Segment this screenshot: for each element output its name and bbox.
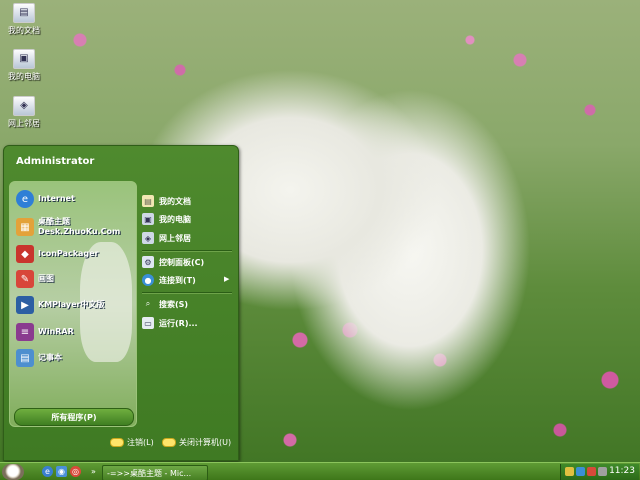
menu-item-kmplayer[interactable]: ▶ KMPlayer中文版	[16, 294, 105, 316]
ie-quick-launch-icon[interactable]: e	[42, 466, 53, 477]
desktop-icon-label: 网上邻居	[8, 119, 40, 128]
search-icon: ⌕	[145, 299, 151, 308]
volume-icon[interactable]	[598, 467, 607, 476]
control-panel-icon: ⚙	[142, 256, 154, 268]
shutdown-button[interactable]: 关闭计算机(U)	[162, 437, 231, 448]
menu-item-theme[interactable]: ▦ 桌酷主题 Desk.ZhuoKu.Com	[16, 216, 120, 238]
run-icon: ▭	[142, 317, 154, 329]
menu-item-label: 我的文档	[159, 196, 191, 206]
network-places-icon: ◈	[142, 232, 154, 244]
media-quick-launch-icon[interactable]: ◉	[56, 466, 67, 477]
network-places-icon: ◈	[13, 96, 35, 116]
system-tray: 11:23	[560, 464, 639, 480]
shutdown-icon	[162, 438, 176, 447]
menu-item-label: 搜索(S)	[159, 299, 189, 309]
menu-item-paint[interactable]: ✎ 画图	[16, 268, 54, 290]
menu-item-label: 我的电脑	[159, 214, 191, 224]
menu-separator	[142, 292, 232, 294]
iconpackager-icon: ◆	[16, 245, 34, 263]
menu-item-label: KMPlayer中文版	[38, 300, 105, 309]
menu-item-label: 记事本	[38, 353, 62, 362]
quick-launch-expand-icon[interactable]: »	[88, 466, 99, 477]
tray-icon-2[interactable]	[576, 467, 585, 476]
menu-item-notepad[interactable]: ▤ 记事本	[16, 347, 62, 369]
internet-explorer-icon: e	[16, 190, 34, 208]
all-programs-label: 所有程序(P)	[51, 412, 97, 422]
menu-item-label: 画图	[38, 274, 54, 283]
taskbar: e ◉ ◎ » -=>>桌酷主题 - Mic... 11:23	[0, 462, 640, 480]
my-computer-icon: ▣	[13, 49, 35, 69]
submenu-arrow-icon: ▶	[224, 275, 230, 283]
menu-item-label-line1: 桌酷主题	[38, 217, 70, 226]
desktop-icon-my-computer[interactable]: ▣ 我的电脑	[0, 49, 48, 82]
menu-item-run[interactable]: ▭ 运行(R)...	[142, 316, 198, 330]
connect-icon: ●	[142, 274, 154, 286]
menu-item-label: IconPackager	[38, 249, 99, 258]
desktop-icon-label: 我的文档	[8, 26, 40, 35]
menu-item-my-computer[interactable]: ▣ 我的电脑	[142, 212, 191, 226]
menu-item-label: 运行(R)...	[159, 318, 198, 328]
logoff-icon	[110, 438, 124, 447]
paint-icon: ✎	[16, 270, 34, 288]
start-button[interactable]	[2, 464, 24, 480]
menu-item-winrar[interactable]: ≡ WinRAR	[16, 321, 74, 343]
desktop-icon-network-places[interactable]: ◈ 网上邻居	[0, 96, 48, 129]
desktop-icon-my-documents[interactable]: ▤ 我的文档	[0, 3, 48, 36]
theme-icon: ▦	[16, 218, 34, 236]
notepad-icon: ▤	[16, 349, 34, 367]
menu-item-label: WinRAR	[38, 327, 74, 336]
clock[interactable]: 11:23	[609, 466, 635, 476]
menu-item-label: 桌酷主题 Desk.ZhuoKu.Com	[38, 217, 120, 237]
winrar-icon: ≡	[16, 323, 34, 341]
menu-item-my-documents[interactable]: ▤ 我的文档	[142, 194, 191, 208]
my-documents-icon: ▤	[13, 3, 35, 23]
taskbar-window-label: -=>>桌酷主题 - Mic...	[107, 468, 192, 478]
menu-item-search[interactable]: ⌕ 搜索(S)	[142, 297, 188, 311]
shutdown-label: 关闭计算机(U)	[179, 438, 232, 447]
my-computer-icon: ▣	[142, 213, 154, 225]
menu-item-iconpackager[interactable]: ◆ IconPackager	[16, 243, 99, 265]
menu-item-label: 网上邻居	[159, 233, 191, 243]
kmplayer-icon: ▶	[16, 296, 34, 314]
pinned-programs-pane: e Internet ▦ 桌酷主题 Desk.ZhuoKu.Com ◆ Icon…	[9, 181, 137, 427]
menu-item-internet[interactable]: e Internet	[16, 188, 75, 210]
menu-item-connect-to[interactable]: ● 连接到(T)	[142, 273, 196, 287]
desktop-wallpaper: ▤ 我的文档 ▣ 我的电脑 ◈ 网上邻居 Administrator e Int…	[0, 0, 640, 480]
user-name: Administrator	[16, 156, 95, 167]
show-desktop-icon[interactable]: ◎	[70, 466, 81, 477]
menu-item-control-panel[interactable]: ⚙ 控制面板(C)	[142, 255, 204, 269]
desktop-icon-label: 我的电脑	[8, 72, 40, 81]
tray-icon-3[interactable]	[587, 467, 596, 476]
tray-icon-1[interactable]	[565, 467, 574, 476]
menu-item-label: Internet	[38, 194, 75, 203]
menu-item-label: 连接到(T)	[159, 275, 196, 285]
menu-separator	[142, 250, 232, 252]
menu-item-network-places[interactable]: ◈ 网上邻居	[142, 231, 191, 245]
all-programs-button[interactable]: 所有程序(P)	[14, 408, 134, 426]
menu-item-label: 控制面板(C)	[159, 257, 205, 267]
start-menu: Administrator e Internet ▦ 桌酷主题 Desk.Zhu…	[3, 145, 239, 461]
my-documents-icon: ▤	[142, 195, 154, 207]
menu-item-label-line2: Desk.ZhuoKu.Com	[38, 227, 121, 236]
logoff-label: 注销(L)	[127, 438, 154, 447]
logoff-button[interactable]: 注销(L)	[110, 437, 154, 448]
taskbar-window-button[interactable]: -=>>桌酷主题 - Mic...	[102, 465, 208, 480]
